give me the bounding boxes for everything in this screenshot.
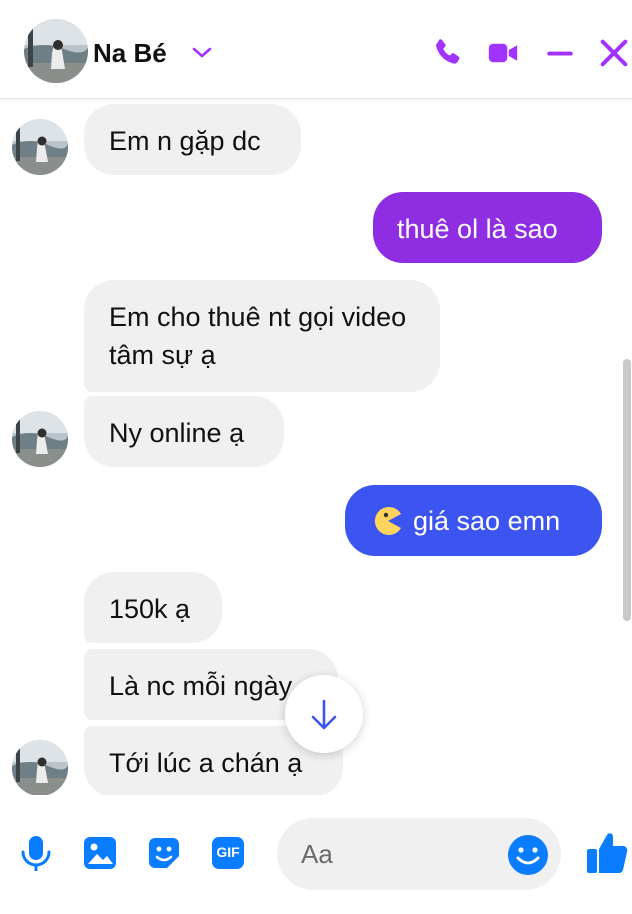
sticker-icon[interactable] [143,832,185,874]
gif-icon[interactable]: GIF [207,832,249,874]
message-bubble-sent[interactable]: giá sao emn [345,485,602,556]
scroll-to-bottom-button[interactable] [285,675,363,753]
message-bubble-received[interactable]: Em n gặp dc [84,104,301,175]
image-icon[interactable] [79,832,121,874]
sender-avatar[interactable] [12,411,68,467]
message-bubble-sent[interactable]: thuê ol là sao [373,192,602,263]
message-bubble-received[interactable]: Em cho thuê nt gọi video tâm sự ạ [84,280,440,392]
gif-label: GIF [216,844,240,860]
sender-avatar[interactable] [12,119,68,175]
arrow-down-icon [311,699,337,730]
pacman-emoji-icon [373,506,403,536]
contact-avatar[interactable] [24,19,88,83]
chevron-down-icon[interactable] [190,40,214,64]
message-bubble-received[interactable]: Ny online ạ [84,396,284,467]
contact-name[interactable]: Na Bé [93,38,167,69]
minimize-icon[interactable] [543,36,577,70]
thumbs-up-icon[interactable] [585,829,629,877]
phone-icon[interactable] [430,36,464,70]
scrollbar[interactable] [623,359,631,621]
emoji-icon[interactable] [506,833,550,877]
video-call-icon[interactable] [486,36,520,70]
chat-window: Na Bé Em n gặp dc thuê ol là sao Em cho … [0,0,632,914]
close-icon[interactable] [597,36,631,70]
message-text: giá sao emn [413,506,561,536]
microphone-icon[interactable] [15,832,57,874]
chat-header: Na Bé [0,0,632,99]
message-bubble-received[interactable]: 150k ạ [84,572,222,643]
sender-avatar[interactable] [12,740,68,795]
